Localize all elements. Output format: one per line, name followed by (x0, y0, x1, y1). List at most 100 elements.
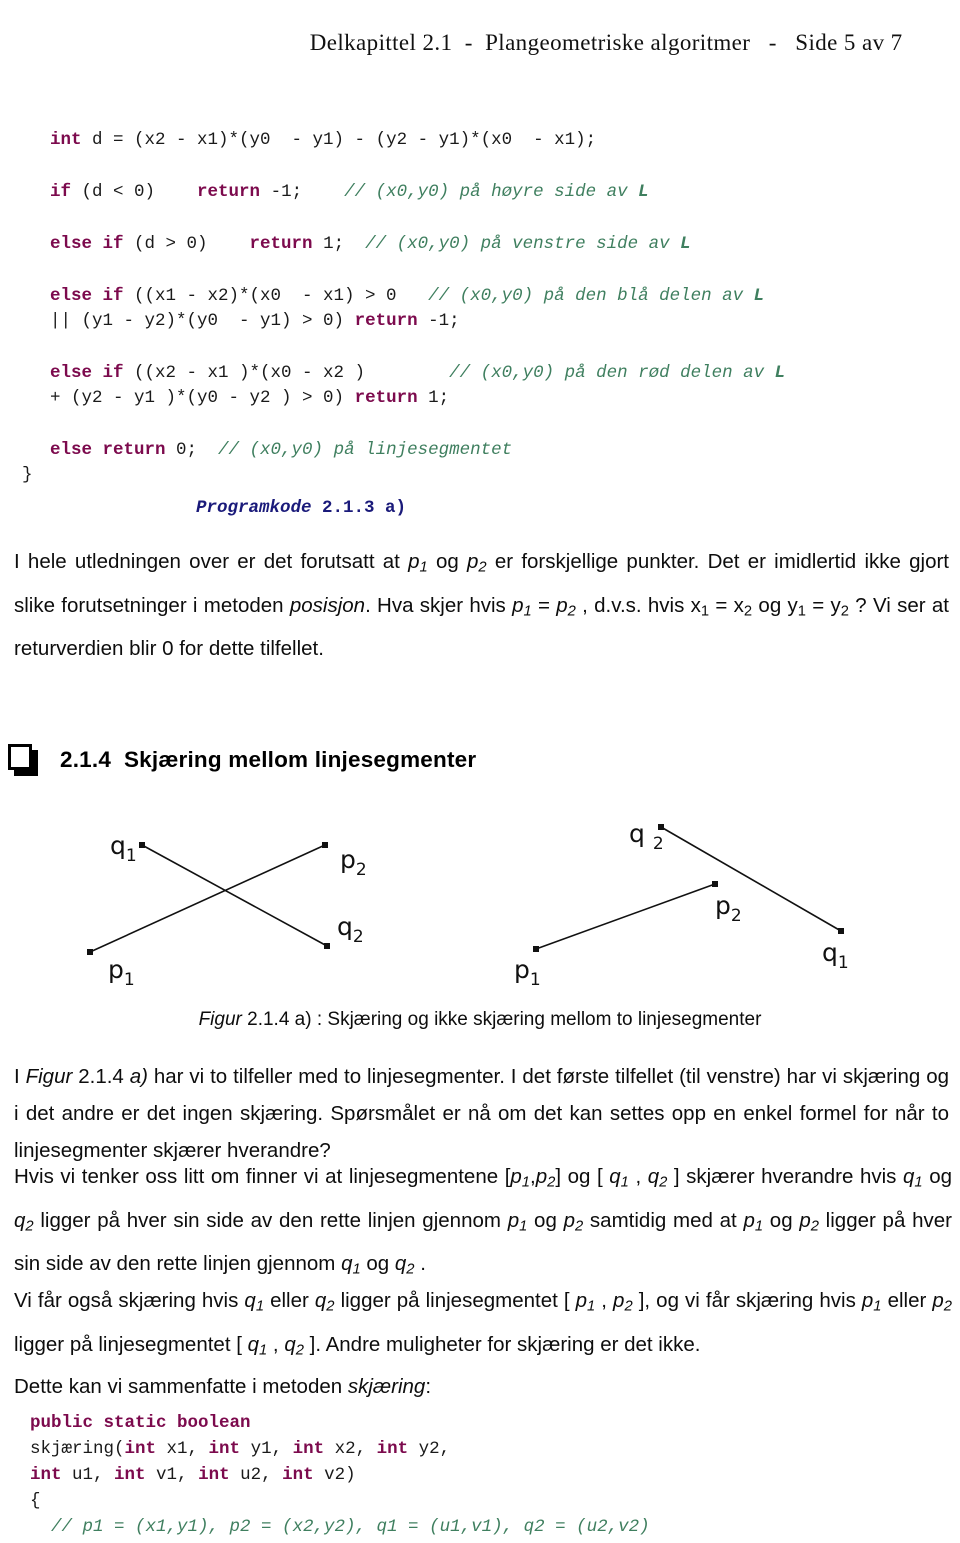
code-comment-emphasis: L (774, 363, 786, 383)
code-text: (d < 0) (71, 182, 198, 202)
point-marker-q2 (324, 943, 330, 949)
code-keyword: public static boolean (30, 1413, 251, 1433)
code-keyword: int (282, 1465, 314, 1485)
code-block-skjaering: public static boolean skjæring(int x1, in… (30, 1411, 650, 1541)
label-p2-left: p2 (340, 845, 367, 880)
code-text: ((x2 - x1 )*(x0 - x2 ) (123, 363, 450, 383)
code-text: || (y1 - y2)*(y0 - y1) > 0) (50, 311, 355, 331)
code-block-posisjon: int d = (x2 - x1)*(y0 - y1) - (y2 - y1)*… (22, 128, 785, 488)
point-marker-q1-right (838, 928, 844, 934)
code-text: x1, (156, 1439, 209, 1459)
point-marker-q2-right (658, 824, 664, 830)
segment-q1-q2 (141, 844, 328, 947)
paragraph-skjaerer-betingelse: Hvis vi tenker oss litt om finner vi at … (14, 1165, 952, 1279)
code-comment-emphasis: L (638, 182, 649, 202)
figure-svg: p1 p2 q1 q2 p1 p2 q 2 q1 (87, 819, 849, 990)
code-text: 0; (165, 440, 219, 460)
code-keyword: int (376, 1439, 409, 1459)
code-line: + (y2 - y1 )*(y0 - y2 ) > 0) return 1; (50, 386, 785, 411)
code-keyword: int (198, 1465, 230, 1485)
code-text: + (y2 - y1 )*(y0 - y2 ) > 0) (50, 388, 355, 408)
code-line: || (y1 - y2)*(y0 - y1) > 0) return -1; (50, 309, 785, 334)
code-line: public static boolean (30, 1411, 650, 1437)
label-p1-right: p1 (514, 955, 541, 990)
code-line: else if ((x2 - x1 )*(x0 - x2 ) // (x0,y0… (50, 361, 785, 386)
code-keyword: else if (50, 286, 124, 306)
figure-caption: Figur 2.1.4 a) : Skjæring og ikke skjæri… (0, 1009, 960, 1031)
paragraph-tilfeller: I Figur 2.1.4 a) har vi to tilfeller med… (14, 1065, 949, 1162)
label-p2-right: p2 (715, 891, 742, 926)
label-p1-left: p1 (108, 955, 135, 990)
code-comment: // (x0,y0) på den rød delen av (449, 363, 775, 383)
left-diagram-crossing: p1 p2 q1 q2 (87, 831, 367, 990)
code-keyword: if (50, 182, 72, 202)
code-text: } (22, 465, 33, 485)
code-keyword: return (354, 388, 418, 408)
code-line: int d = (x2 - x1)*(y0 - y1) - (y2 - y1)*… (50, 128, 785, 153)
page-header-text: Delkapittel 2.1 - Plangeometriske algori… (309, 30, 903, 55)
section-heading-text: 2.1.4 Skjæring mellom linjesegmenter (60, 747, 477, 772)
code-comment: // (x0,y0) på venstre side av (365, 234, 681, 254)
code-keyword: else if (50, 234, 124, 254)
paragraph-skjaering-endepunkt: Vi får også skjæring hvis q1 eller q2 li… (14, 1289, 952, 1359)
programkode-caption: Programkode 2.1.3 a) (196, 498, 406, 518)
point-marker-p1-right (533, 946, 539, 952)
point-marker-p2 (322, 842, 328, 848)
code-keyword: int (50, 130, 82, 150)
code-comment-emphasis: L (680, 234, 691, 254)
code-text: v1, (145, 1465, 199, 1485)
paragraph-sammenfatte: Dette kan vi sammenfatte i metoden skjær… (14, 1375, 432, 1398)
label-q2-left: q2 (337, 912, 364, 947)
code-text: skjæring( (30, 1439, 125, 1459)
segment-q2-q1-right (660, 826, 842, 932)
code-text: v2) (313, 1465, 356, 1485)
code-line: // p1 = (x1,y1), p2 = (x2,y2), q1 = (u1,… (30, 1515, 650, 1541)
segment-p1-p2-right (535, 883, 716, 950)
code-text: y1, (240, 1439, 293, 1459)
programkode-number: 2.1.3 a) (311, 498, 407, 518)
code-text: u1, (61, 1465, 115, 1485)
code-line: else if (d > 0) return 1; // (x0,y0) på … (50, 232, 785, 257)
code-keyword: int (124, 1439, 157, 1459)
code-keyword: int (292, 1439, 325, 1459)
code-line: { (30, 1489, 650, 1515)
code-line: } (22, 463, 785, 488)
point-marker-q1 (139, 842, 145, 848)
code-keyword: return (354, 311, 418, 331)
code-comment: // (x0,y0) på høyre side av (344, 182, 639, 202)
code-comment: // (x0,y0) på den blå delen av (428, 286, 754, 306)
code-line: int u1, int v1, int u2, int v2) (30, 1463, 650, 1489)
code-text: y2, (408, 1439, 451, 1459)
code-keyword: int (208, 1439, 241, 1459)
code-line: if (d < 0) return -1; // (x0,y0) på høyr… (50, 180, 785, 205)
figure-caption-rest: 2.1.4 a) : Skjæring og ikke skjæring mel… (241, 1009, 762, 1030)
label-q1-right: q1 (822, 938, 849, 973)
code-keyword: else return (50, 440, 166, 460)
page-header: Delkapittel 2.1 - Plangeometriske algori… (0, 4, 960, 56)
code-keyword: return (197, 182, 261, 202)
code-line: else if ((x1 - x2)*(x0 - x1) > 0 // (x0,… (50, 284, 785, 309)
code-comment: // p1 = (x1,y1), p2 = (x2,y2), q1 = (u1,… (30, 1517, 650, 1537)
code-text: 1; (417, 388, 450, 408)
paragraph-utledning: I hele utledningen over er det forutsatt… (14, 550, 950, 661)
code-text: d = (x2 - x1)*(y0 - y1) - (y2 - y1)*(x0 … (81, 130, 597, 150)
code-text: -1; (417, 311, 460, 331)
code-text: -1; (260, 182, 345, 202)
code-keyword: int (114, 1465, 146, 1485)
programkode-label: Programkode (196, 498, 312, 518)
code-text: x2, (324, 1439, 377, 1459)
code-text: 1; (312, 234, 366, 254)
code-keyword: else if (50, 363, 124, 383)
code-keyword: return (249, 234, 313, 254)
label-q1-left: q1 (110, 831, 137, 866)
code-line: skjæring(int x1, int y1, int x2, int y2, (30, 1437, 650, 1463)
code-text: ((x1 - x2)*(x0 - x1) > 0 (123, 286, 429, 306)
code-text: { (30, 1491, 41, 1511)
code-line: else return 0; // (x0,y0) på linjesegmen… (50, 438, 785, 463)
figure-caption-label: Figur (198, 1009, 242, 1030)
